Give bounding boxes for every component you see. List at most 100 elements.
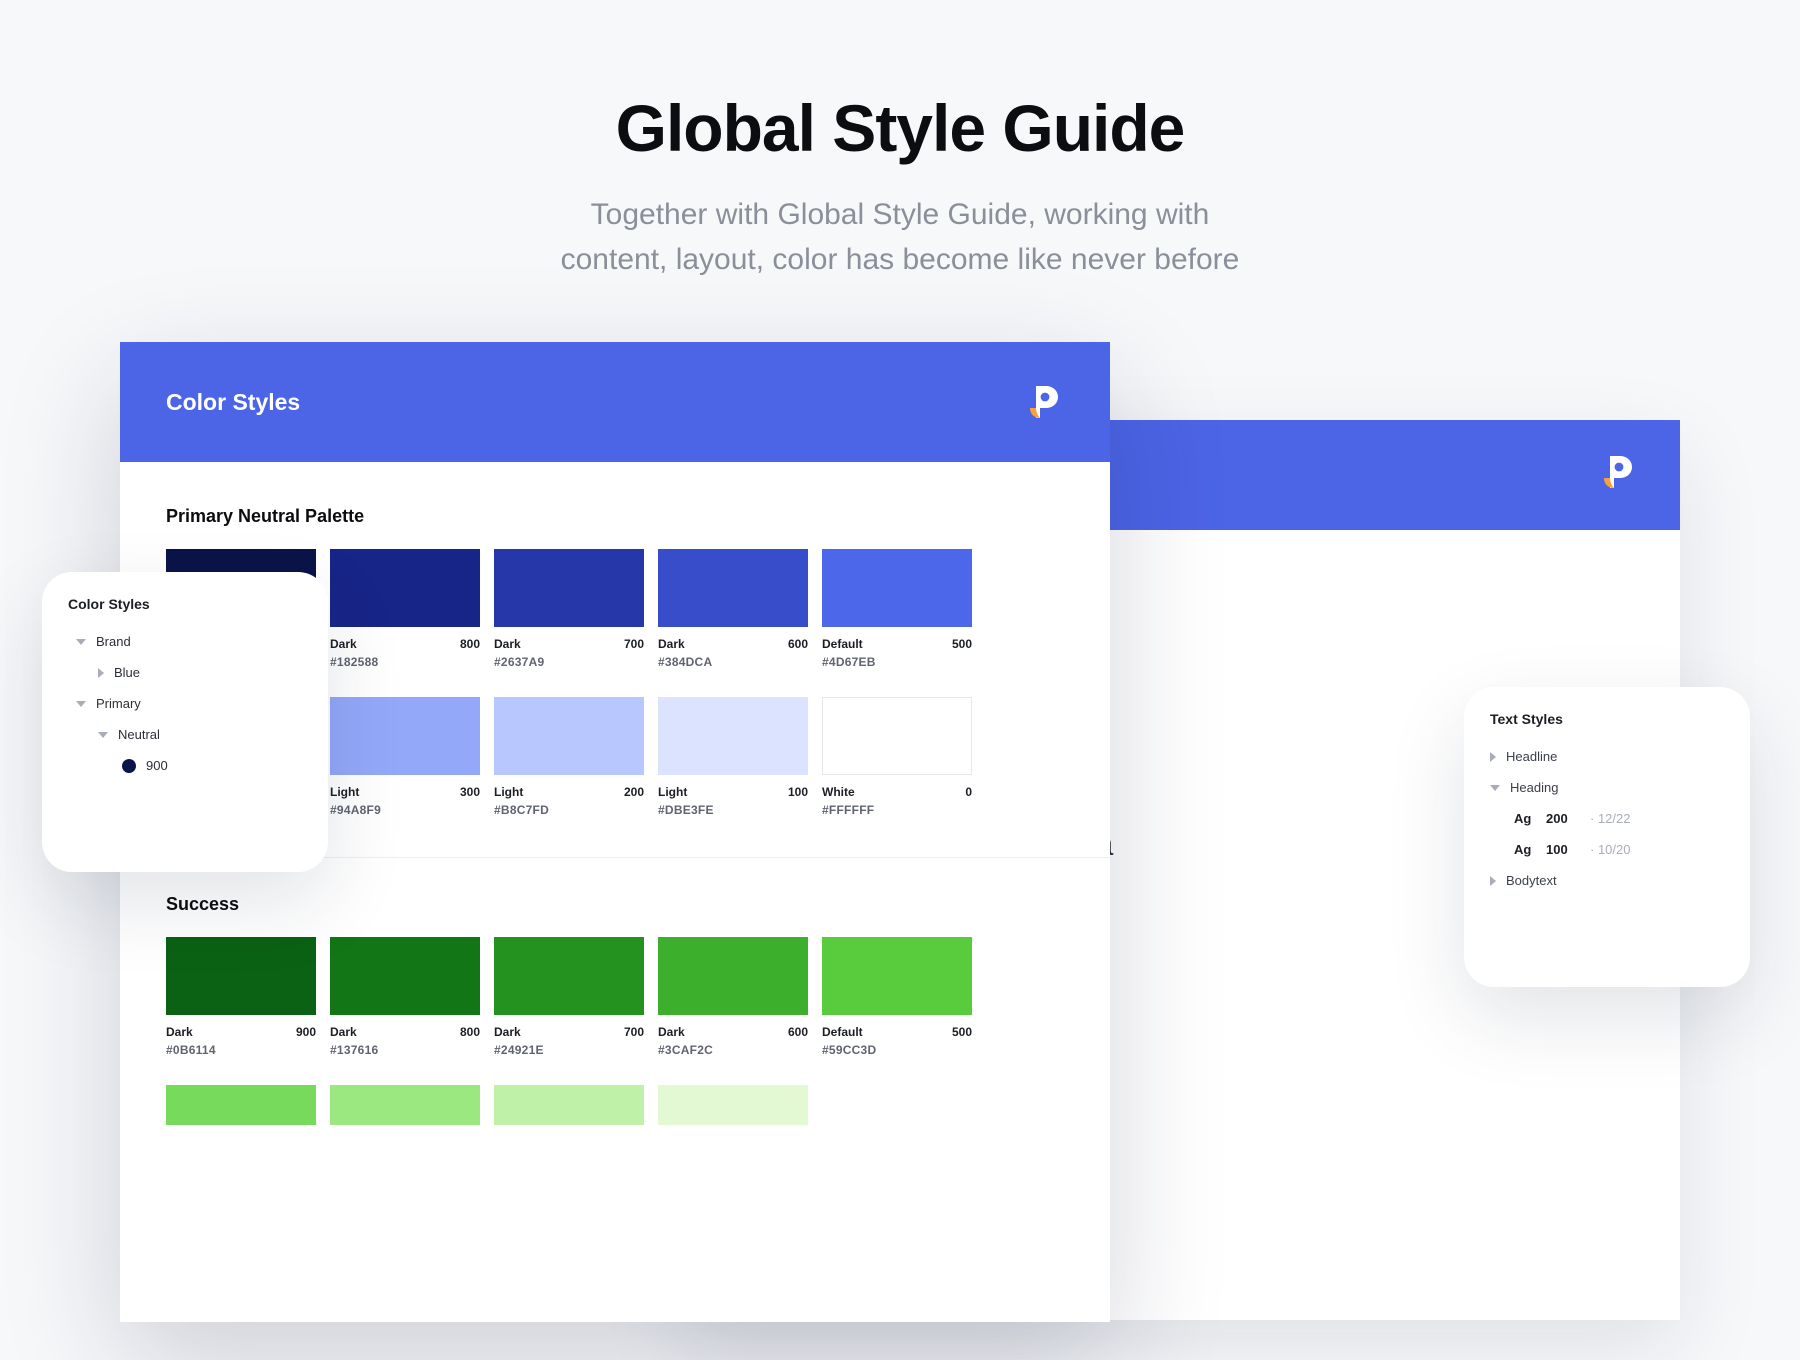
page-subtitle: Together with Global Style Guide, workin… [0, 192, 1800, 282]
section-title-primary: Primary Neutral Palette [166, 506, 1064, 527]
swatch-hex: #137616 [330, 1043, 480, 1057]
tree-item-blue[interactable]: Blue [98, 657, 302, 688]
color-swatch[interactable]: Dark800#182588 [330, 549, 480, 669]
color-swatch[interactable]: Dark900#0B6114 [166, 937, 316, 1057]
swatch-value: 700 [624, 1025, 644, 1039]
color-chip [658, 697, 808, 775]
color-swatch[interactable]: Dark600 #3CAF2C [658, 937, 808, 1057]
swatch-value: 300 [460, 785, 480, 799]
subtitle-line-1: Together with Global Style Guide, workin… [0, 192, 1800, 237]
swatch-meta: Dark800 [330, 1025, 480, 1039]
color-swatch[interactable]: Light200#B8C7FD [494, 697, 644, 817]
color-swatch[interactable]: Dark600 #384DCA [658, 549, 808, 669]
swatch-value: 800 [460, 637, 480, 651]
swatch-value: 100 [788, 785, 808, 799]
swatch-value: 200 [624, 785, 644, 799]
swatch-meta: Dark 700 [494, 637, 644, 651]
text-style-label: Bodytext [1506, 873, 1557, 888]
chevron-down-icon [76, 701, 86, 707]
swatch-value: 800 [460, 1025, 480, 1039]
color-chip [330, 697, 480, 775]
hero: Global Style Guide Together with Global … [0, 0, 1800, 282]
color-swatch[interactable]: Dark 700 #24921E [494, 937, 644, 1057]
text-styles-list: Headline Heading Ag 200 · 12/22 Ag 100 ·… [1490, 741, 1724, 896]
color-swatch[interactable]: Dark800 #137616 [330, 937, 480, 1057]
chevron-down-icon [1490, 785, 1500, 791]
color-swatch[interactable]: Default 500 #4D67EB [822, 549, 972, 669]
swatch-hex: #94A8F9 [330, 803, 480, 817]
text-style-heading-100[interactable]: Ag 100 · 10/20 [1514, 834, 1724, 865]
text-styles-panel: Text Styles Headline Heading Ag 200 · 12… [1464, 687, 1750, 987]
tree-item-brand[interactable]: Brand [76, 626, 302, 657]
color-swatch[interactable]: Dark700#2637A9 [494, 549, 644, 669]
tree-label: Neutral [118, 727, 160, 742]
color-chip [494, 697, 644, 775]
color-swatch[interactable] [330, 1085, 480, 1125]
logo-icon [1594, 450, 1638, 494]
color-chip [166, 1085, 316, 1125]
swatch-value: 600 [788, 1025, 808, 1039]
swatch-meta: Light300 [330, 785, 480, 799]
swatch-value: 700 [624, 637, 644, 651]
text-style-bodytext[interactable]: Bodytext [1490, 865, 1724, 896]
stage: e lazy dog r the lazy dog over the lazy … [120, 342, 1680, 1322]
swatch-name: Default [822, 637, 863, 651]
swatch-name: Dark [166, 1025, 193, 1039]
color-chip [658, 937, 808, 1015]
swatch-hex: #384DCA [658, 655, 808, 669]
swatch-value: 500 [952, 637, 972, 651]
ag-glyph: Ag [1514, 842, 1536, 857]
swatch-hex: #DBE3FE [658, 803, 808, 817]
color-swatch[interactable] [494, 1085, 644, 1125]
swatch-meta: Dark600 [658, 637, 808, 651]
color-swatch[interactable]: White0#FFFFFF [822, 697, 972, 817]
swatch-name: Light [494, 785, 523, 799]
swatch-hex: #3CAF2C [658, 1043, 808, 1057]
color-chip [658, 549, 808, 627]
color-tree: Brand Blue Primary Neutral 900 [68, 626, 302, 781]
subtitle-line-2: content, layout, color has become like n… [0, 237, 1800, 282]
color-swatch[interactable]: Light100 #DBE3FE [658, 697, 808, 817]
tree-label: Brand [96, 634, 131, 649]
chevron-down-icon [98, 732, 108, 738]
swatch-value: 600 [788, 637, 808, 651]
text-style-heading[interactable]: Heading [1490, 772, 1724, 803]
color-tree-title: Color Styles [68, 596, 302, 612]
color-chip [494, 1085, 644, 1125]
success-row-1: Dark900#0B6114Dark800#137616Dark700#2492… [166, 937, 1064, 1057]
color-swatch[interactable]: Default500 #59CC3D [822, 937, 972, 1057]
tree-item-neutral[interactable]: Neutral [98, 719, 302, 750]
swatch-meta: White0 [822, 785, 972, 799]
color-chip [494, 937, 644, 1015]
color-chip [330, 937, 480, 1015]
swatch-meta: Light 200 [494, 785, 644, 799]
text-style-heading-200[interactable]: Ag 200 · 12/22 [1514, 803, 1724, 834]
logo-icon [1020, 380, 1064, 424]
swatch-hex: #4D67EB [822, 655, 972, 669]
swatch-meta: Dark600 [658, 1025, 808, 1039]
color-chip [822, 697, 972, 775]
swatch-meta: Light100 [658, 785, 808, 799]
size-value: · 12/22 [1590, 811, 1630, 826]
swatch-name: Dark [494, 637, 521, 651]
color-swatch[interactable] [166, 1085, 316, 1125]
color-swatch[interactable] [658, 1085, 808, 1125]
chevron-down-icon [76, 639, 86, 645]
text-style-label: Heading [1510, 780, 1558, 795]
color-swatch[interactable]: Light300 #94A8F9 [330, 697, 480, 817]
swatch-name: Dark [494, 1025, 521, 1039]
swatch-meta: Default500 [822, 1025, 972, 1039]
text-style-headline[interactable]: Headline [1490, 741, 1724, 772]
tree-item-primary[interactable]: Primary [76, 688, 302, 719]
page-title: Global Style Guide [0, 90, 1800, 166]
success-row-2 [166, 1085, 1064, 1125]
color-chip [494, 549, 644, 627]
swatch-name: Dark [330, 637, 357, 651]
swatch-meta: Dark900 [166, 1025, 316, 1039]
section-title-success: Success [166, 894, 1064, 915]
swatch-hex: #59CC3D [822, 1043, 972, 1057]
swatch-hex: #24921E [494, 1043, 644, 1057]
text-styles-title: Text Styles [1490, 711, 1724, 727]
tree-item-900[interactable]: 900 [122, 750, 302, 781]
swatch-name: Default [822, 1025, 863, 1039]
